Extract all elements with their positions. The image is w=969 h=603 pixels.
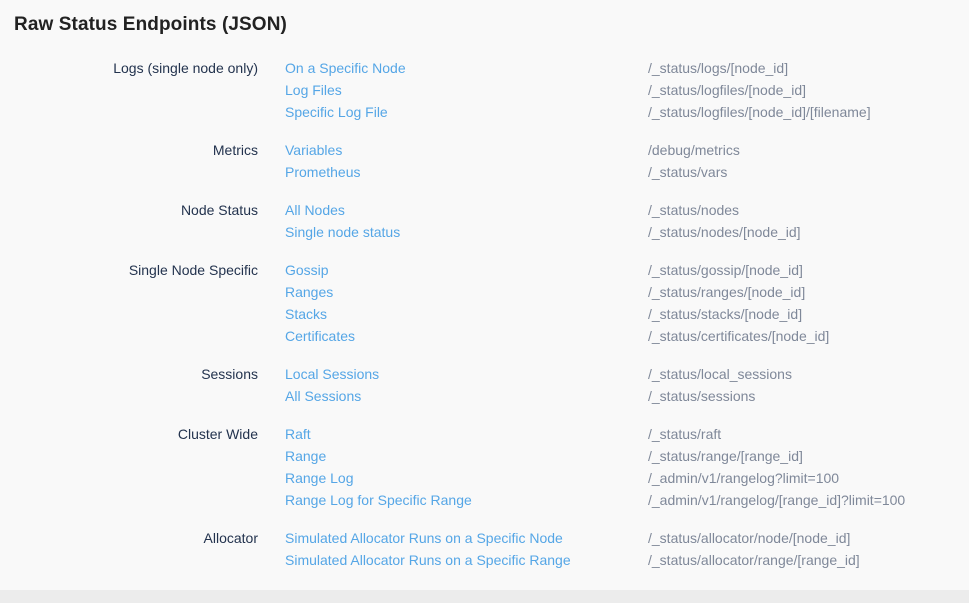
- endpoint-section: Cluster Wide Raft /_status/raft Range /_…: [14, 423, 969, 511]
- endpoint-row: Gossip /_status/gossip/[node_id]: [285, 259, 969, 281]
- endpoint-path: /_status/nodes: [648, 199, 969, 221]
- endpoint-row: Raft /_status/raft: [285, 423, 969, 445]
- endpoint-path: /_status/stacks/[node_id]: [648, 303, 969, 325]
- endpoint-rows: On a Specific Node /_status/logs/[node_i…: [285, 57, 969, 123]
- endpoint-row: Range Log for Specific Range /_admin/v1/…: [285, 489, 969, 511]
- endpoint-rows: All Nodes /_status/nodes Single node sta…: [285, 199, 969, 243]
- endpoint-link[interactable]: Gossip: [285, 259, 648, 281]
- endpoint-link[interactable]: Prometheus: [285, 161, 648, 183]
- category-label: Allocator: [14, 527, 258, 571]
- endpoint-path: /_status/certificates/[node_id]: [648, 325, 969, 347]
- endpoint-path: /_status/logfiles/[node_id]: [648, 79, 969, 101]
- endpoint-row: Variables /debug/metrics: [285, 139, 969, 161]
- endpoint-link[interactable]: Specific Log File: [285, 101, 648, 123]
- category-label: Metrics: [14, 139, 258, 183]
- endpoint-link[interactable]: Raft: [285, 423, 648, 445]
- endpoint-path: /_status/raft: [648, 423, 969, 445]
- endpoint-section: Single Node Specific Gossip /_status/gos…: [14, 259, 969, 347]
- endpoint-row: Stacks /_status/stacks/[node_id]: [285, 303, 969, 325]
- endpoint-path: /_admin/v1/rangelog/[range_id]?limit=100: [648, 489, 969, 511]
- endpoint-link[interactable]: Simulated Allocator Runs on a Specific N…: [285, 527, 648, 549]
- category-label: Cluster Wide: [14, 423, 258, 511]
- category-label: Sessions: [14, 363, 258, 407]
- endpoint-row: Simulated Allocator Runs on a Specific R…: [285, 549, 969, 571]
- raw-status-endpoints-page: Raw Status Endpoints (JSON) Logs (single…: [0, 0, 969, 571]
- endpoint-link[interactable]: Stacks: [285, 303, 648, 325]
- endpoint-link[interactable]: Simulated Allocator Runs on a Specific R…: [285, 549, 648, 571]
- endpoint-row: Range /_status/range/[range_id]: [285, 445, 969, 467]
- endpoint-row: Range Log /_admin/v1/rangelog?limit=100: [285, 467, 969, 489]
- endpoint-path: /_status/ranges/[node_id]: [648, 281, 969, 303]
- endpoint-link[interactable]: All Nodes: [285, 199, 648, 221]
- endpoint-link[interactable]: On a Specific Node: [285, 57, 648, 79]
- footer-band: [0, 590, 969, 603]
- endpoint-row: All Sessions /_status/sessions: [285, 385, 969, 407]
- endpoint-section: Sessions Local Sessions /_status/local_s…: [14, 363, 969, 407]
- endpoint-row: Log Files /_status/logfiles/[node_id]: [285, 79, 969, 101]
- endpoint-sections: Logs (single node only) On a Specific No…: [14, 57, 969, 571]
- endpoint-path: /_status/allocator/range/[range_id]: [648, 549, 969, 571]
- endpoint-rows: Variables /debug/metrics Prometheus /_st…: [285, 139, 969, 183]
- endpoint-row: Local Sessions /_status/local_sessions: [285, 363, 969, 385]
- endpoint-link[interactable]: Certificates: [285, 325, 648, 347]
- endpoint-row: Prometheus /_status/vars: [285, 161, 969, 183]
- category-label: Logs (single node only): [14, 57, 258, 123]
- endpoint-rows: Gossip /_status/gossip/[node_id] Ranges …: [285, 259, 969, 347]
- endpoint-path: /_status/logfiles/[node_id]/[filename]: [648, 101, 969, 123]
- endpoint-path: /_status/sessions: [648, 385, 969, 407]
- endpoint-link[interactable]: Local Sessions: [285, 363, 648, 385]
- endpoint-rows: Simulated Allocator Runs on a Specific N…: [285, 527, 969, 571]
- endpoint-path: /_status/range/[range_id]: [648, 445, 969, 467]
- endpoint-path: /_status/gossip/[node_id]: [648, 259, 969, 281]
- endpoint-path: /_status/nodes/[node_id]: [648, 221, 969, 243]
- endpoint-path: /_status/vars: [648, 161, 969, 183]
- endpoint-path: /_status/logs/[node_id]: [648, 57, 969, 79]
- endpoint-link[interactable]: All Sessions: [285, 385, 648, 407]
- endpoint-row: Ranges /_status/ranges/[node_id]: [285, 281, 969, 303]
- endpoint-row: Single node status /_status/nodes/[node_…: [285, 221, 969, 243]
- page-title: Raw Status Endpoints (JSON): [14, 14, 969, 36]
- endpoint-section: Metrics Variables /debug/metrics Prometh…: [14, 139, 969, 183]
- endpoint-section: Logs (single node only) On a Specific No…: [14, 57, 969, 123]
- endpoint-section: Node Status All Nodes /_status/nodes Sin…: [14, 199, 969, 243]
- endpoint-path: /_admin/v1/rangelog?limit=100: [648, 467, 969, 489]
- endpoint-link[interactable]: Single node status: [285, 221, 648, 243]
- endpoint-section: Allocator Simulated Allocator Runs on a …: [14, 527, 969, 571]
- endpoint-row: Certificates /_status/certificates/[node…: [285, 325, 969, 347]
- endpoint-link[interactable]: Ranges: [285, 281, 648, 303]
- endpoint-path: /_status/local_sessions: [648, 363, 969, 385]
- endpoint-path: /_status/allocator/node/[node_id]: [648, 527, 969, 549]
- endpoint-row: On a Specific Node /_status/logs/[node_i…: [285, 57, 969, 79]
- endpoint-link[interactable]: Range: [285, 445, 648, 467]
- endpoint-row: Specific Log File /_status/logfiles/[nod…: [285, 101, 969, 123]
- endpoint-rows: Local Sessions /_status/local_sessions A…: [285, 363, 969, 407]
- endpoint-row: All Nodes /_status/nodes: [285, 199, 969, 221]
- endpoint-rows: Raft /_status/raft Range /_status/range/…: [285, 423, 969, 511]
- category-label: Node Status: [14, 199, 258, 243]
- endpoint-row: Simulated Allocator Runs on a Specific N…: [285, 527, 969, 549]
- endpoint-link[interactable]: Range Log for Specific Range: [285, 489, 648, 511]
- endpoint-path: /debug/metrics: [648, 139, 969, 161]
- endpoint-link[interactable]: Log Files: [285, 79, 648, 101]
- endpoint-link[interactable]: Range Log: [285, 467, 648, 489]
- category-label: Single Node Specific: [14, 259, 258, 347]
- endpoint-link[interactable]: Variables: [285, 139, 648, 161]
